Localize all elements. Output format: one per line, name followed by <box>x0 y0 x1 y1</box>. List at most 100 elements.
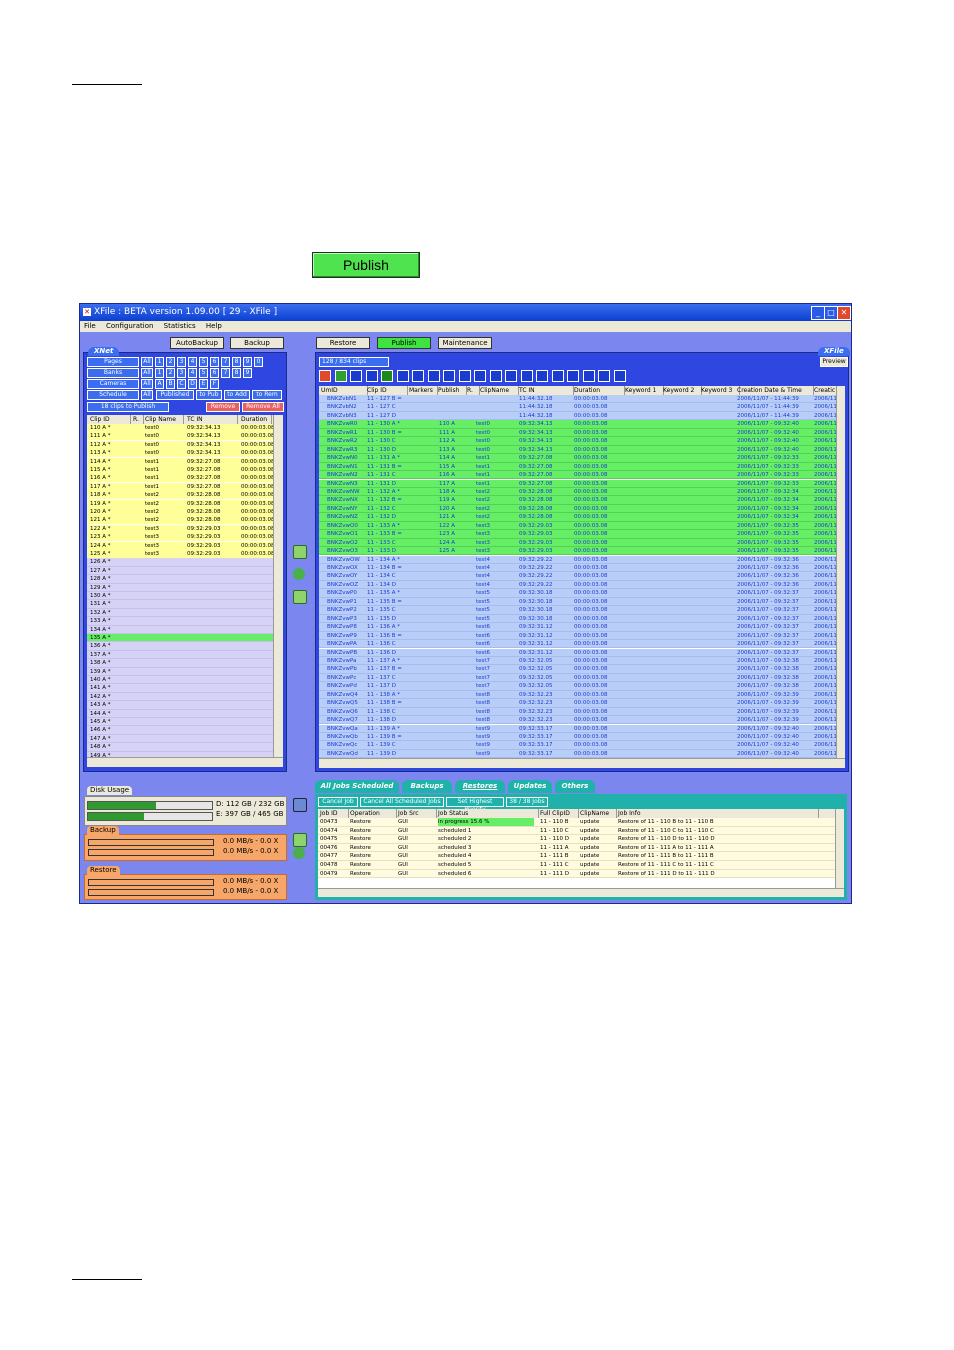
table-row[interactable]: 122 A * test3 09:32:29.03 00:00:03.08 <box>87 524 273 533</box>
tab-others[interactable]: Others <box>555 780 595 793</box>
table-row[interactable]: 118 A * test2 09:32:28.08 00:00:03.08 <box>87 491 273 500</box>
col-header[interactable]: Creation Date & Time <box>737 386 814 395</box>
table-row[interactable]: 117 A * test1 09:32:27.08 00:00:03.08 <box>87 482 273 491</box>
col-header[interactable]: Job Status <box>438 809 539 818</box>
table-row[interactable]: 148 A * <box>87 743 273 752</box>
restore-button[interactable]: Restore <box>316 337 370 349</box>
table-row[interactable]: BNKZvwO3 11 - 133 D 125 A test3 09:32:29.03 0… <box>319 547 836 556</box>
toolbar-tool-icon[interactable] <box>396 370 409 382</box>
refresh-icon[interactable] <box>293 568 305 580</box>
to-pub-filter[interactable]: to Pub <box>196 390 222 400</box>
table-row[interactable]: BNKZvwP2 11 - 135 C test5 09:32:30.18 00:00:… <box>319 606 836 615</box>
table-row[interactable]: 136 A * <box>87 642 273 651</box>
table-row[interactable]: BNKZvwO1 11 - 133 B = 123 A test3 09:32:29.0… <box>319 530 836 539</box>
toolbar-tool-icon[interactable] <box>613 370 626 382</box>
bank-button-5[interactable]: 5 <box>199 368 208 378</box>
table-row[interactable]: 141 A * <box>87 684 273 693</box>
toolbar-tool-icon[interactable] <box>474 370 486 382</box>
job-action-button[interactable]: Cancel Job <box>318 797 358 807</box>
table-row[interactable]: BNKZvwP8 11 - 136 A * test6 09:32:31.12 00:0… <box>319 623 836 632</box>
col-header[interactable]: Duration <box>574 386 625 395</box>
table-row[interactable]: BNKZvbN2 11 - 127 C 11:44:32.18 00:00:03.08… <box>319 403 836 412</box>
preview-button[interactable]: Preview <box>820 357 848 367</box>
table-row[interactable]: 138 A * <box>87 659 273 668</box>
page-button-4[interactable]: 4 <box>188 357 197 367</box>
table-row[interactable]: 142 A * <box>87 692 273 702</box>
col-header[interactable]: Keyword 3 <box>701 386 740 395</box>
table-row[interactable]: BNKZvwN1 11 - 131 B = 115 A test1 09:32:27.0… <box>319 462 836 471</box>
page-button-1[interactable]: 1 <box>155 357 164 367</box>
toolbar-tool-icon[interactable] <box>350 370 362 382</box>
page-button-2[interactable]: 2 <box>166 357 175 367</box>
table-row[interactable]: BNKZvwPc 11 - 137 C test7 09:32:32.05 00:00:… <box>319 673 836 683</box>
table-row[interactable]: 119 A * test2 09:32:28.08 00:00:03.08 <box>87 499 273 508</box>
table-row[interactable]: 124 A * test3 09:32:29.03 00:00:03.08 <box>87 541 273 550</box>
col-header[interactable]: ClipName <box>480 386 519 395</box>
table-row[interactable]: BNKZvwN2 11 - 131 C 116 A test1 09:32:27.08 0… <box>319 471 836 480</box>
table-row[interactable]: 00476 Restore GUI scheduled 3 11 - 111 A upda… <box>318 843 835 853</box>
camera-button-E[interactable]: E <box>199 379 208 389</box>
page-button-3[interactable]: 3 <box>177 357 186 367</box>
table-row[interactable]: 143 A * <box>87 701 273 710</box>
table-row[interactable]: BNKZvwP3 11 - 135 D test5 09:32:30.18 00:00:… <box>319 614 836 624</box>
table-row[interactable]: 00474 Restore GUI scheduled 1 11 - 110 C upda… <box>318 826 835 836</box>
col-header[interactable]: Clip ID <box>367 386 408 395</box>
toolbar-tool-icon[interactable] <box>334 370 347 382</box>
toolbar-tool-icon[interactable] <box>551 370 564 382</box>
bank-button-2[interactable]: 2 <box>166 368 175 378</box>
backup-button[interactable]: Backup <box>230 337 284 349</box>
table-row[interactable]: 135 A * <box>87 634 273 643</box>
table-row[interactable]: BNKZvwPa 11 - 137 A * test7 09:32:32.05 00:0… <box>319 656 836 666</box>
close-button[interactable]: ✕ <box>837 306 851 320</box>
page-button-9[interactable]: 9 <box>243 357 252 367</box>
publish-button-large[interactable]: Publish <box>312 252 420 278</box>
table-row[interactable]: 128 A * <box>87 575 273 584</box>
menu-configuration[interactable]: Configuration <box>106 322 153 330</box>
table-row[interactable]: 125 A * test3 09:32:29.03 00:00:03.08 <box>87 550 273 558</box>
col-header[interactable]: Full ClipID <box>540 809 579 818</box>
table-row[interactable]: BNKZvwR3 11 - 130 D 113 A test0 09:32:34.13 0… <box>319 445 836 455</box>
table-row[interactable]: BNKZvwR2 11 - 130 C 112 A test0 09:32:34.13 0… <box>319 437 836 446</box>
toolbar-tool-icon[interactable] <box>505 370 517 382</box>
table-row[interactable]: 115 A * test1 09:32:27.08 00:00:03.08 <box>87 466 273 474</box>
table-row[interactable]: 00473 Restore GUI in progress 15.6 % 11 - 11… <box>318 818 835 827</box>
table-row[interactable]: 147 A * <box>87 734 273 744</box>
to-add-filter[interactable]: to Add <box>224 390 250 400</box>
camera-all-button[interactable]: All <box>141 379 153 389</box>
autobackup-button[interactable]: AutoBackup <box>170 337 224 349</box>
table-row[interactable]: 00478 Restore GUI scheduled 5 11 - 111 C upda… <box>318 861 835 870</box>
bank-button-7[interactable]: 7 <box>221 368 230 378</box>
table-row[interactable]: BNKZvwQc 11 - 139 C test9 09:32:33.17 00:00:… <box>319 741 836 750</box>
maintenance-button[interactable]: Maintenance <box>438 337 492 349</box>
table-row[interactable]: 00479 Restore GUI scheduled 6 11 - 111 D upda… <box>318 869 835 879</box>
table-row[interactable]: 130 A * <box>87 592 273 601</box>
table-row[interactable]: 139 A * <box>87 667 273 676</box>
minimize-button[interactable]: _ <box>811 306 825 320</box>
camera-button-D[interactable]: D <box>188 379 197 389</box>
toolbar-tool-icon[interactable] <box>381 370 393 382</box>
table-row[interactable]: BNKZvwP1 11 - 135 B = test5 09:32:30.18 00:0… <box>319 597 836 607</box>
page-button-5[interactable]: 5 <box>199 357 208 367</box>
table-row[interactable]: 137 A * <box>87 650 273 660</box>
table-row[interactable]: BNKZvwQa 11 - 139 A * test9 09:32:33.17 00:0… <box>319 724 836 733</box>
page-button-8[interactable]: 8 <box>232 357 241 367</box>
table-row[interactable]: BNKZvbN3 11 - 127 D 11:44:32.18 00:00:03.08… <box>319 411 836 421</box>
col-clip-id[interactable]: Clip ID <box>90 415 131 424</box>
menu-statistics[interactable]: Statistics <box>164 322 196 330</box>
table-row[interactable]: BNKZvwNX 11 - 132 B = 119 A test2 09:32:28.0… <box>319 496 836 505</box>
job-action-button[interactable]: Set Highest Priority <box>446 797 504 813</box>
page-button-6[interactable]: 6 <box>210 357 219 367</box>
table-row[interactable]: BNKZvwPB 11 - 136 D test6 09:32:31.12 00:00:… <box>319 648 836 657</box>
table-row[interactable]: 146 A * <box>87 726 273 735</box>
toolbar-tool-icon[interactable] <box>489 370 502 382</box>
col-clip-name[interactable]: Clip Name <box>145 415 184 424</box>
table-row[interactable]: 00477 Restore GUI scheduled 4 11 - 111 B upda… <box>318 852 835 861</box>
table-row[interactable]: 129 A * <box>87 583 273 592</box>
table-row[interactable]: BNKZvwQ5 11 - 138 B = test8 09:32:32.23 00:0… <box>319 699 836 708</box>
table-row[interactable]: BNKZvwOX 11 - 134 B = test4 09:32:29.22 00:0… <box>319 564 836 573</box>
table-row[interactable]: BNKZvwOW 11 - 134 A * test4 09:32:29.22 00:0… <box>319 555 836 564</box>
camera-button-C[interactable]: C <box>177 379 186 389</box>
job-check-icon[interactable] <box>293 833 307 847</box>
tab-all-jobs-scheduled[interactable]: All Jobs Scheduled <box>315 780 399 793</box>
schedule-all-button[interactable]: All <box>141 390 153 400</box>
